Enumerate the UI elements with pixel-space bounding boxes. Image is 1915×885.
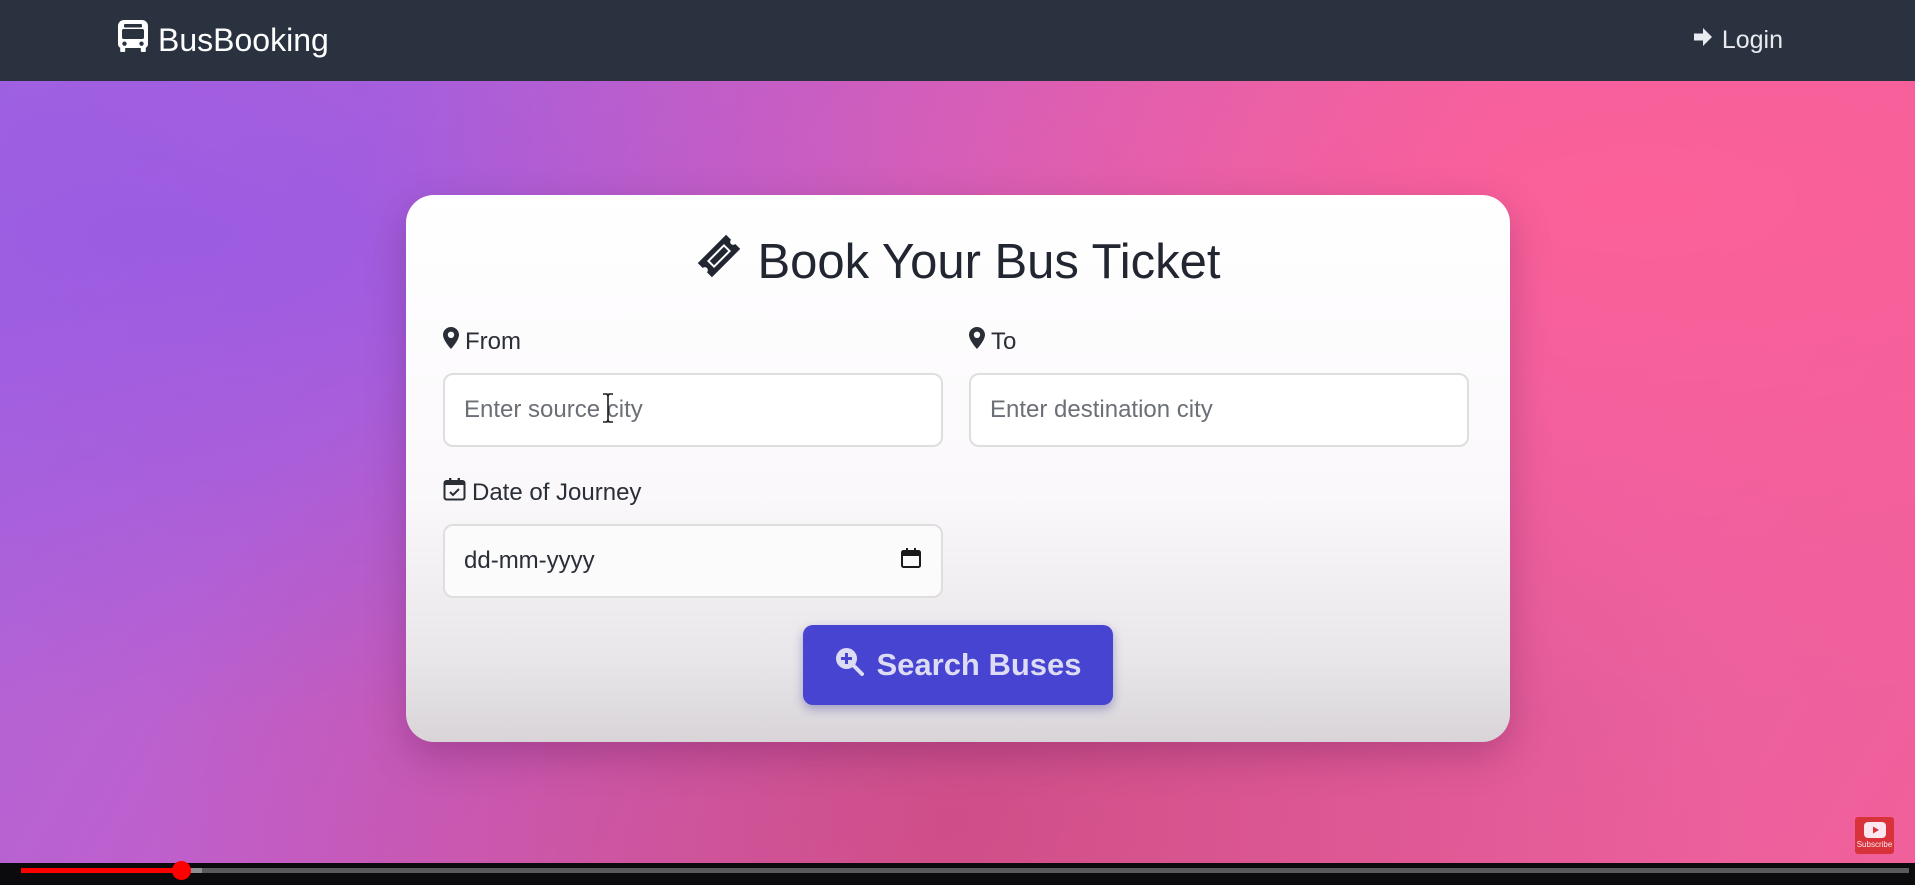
search-buses-button[interactable]: Search Buses — [803, 625, 1113, 705]
login-label: Login — [1721, 25, 1783, 54]
destination-city-placeholder: Enter destination city — [990, 396, 1213, 423]
sign-in-arrow-icon — [1692, 26, 1714, 55]
search-plus-icon — [834, 646, 865, 684]
from-label: From — [443, 327, 521, 356]
login-link[interactable]: Login — [1692, 22, 1783, 58]
journey-date-placeholder: dd-mm-yyyy — [464, 547, 595, 574]
card-title: Book Your Bus Ticket — [406, 231, 1510, 293]
calendar-check-icon — [443, 477, 466, 508]
text-cursor-icon — [603, 393, 613, 423]
subscribe-label: Subscribe — [1856, 840, 1893, 849]
source-city-input[interactable]: Enter source city — [443, 373, 943, 447]
to-label-text: To — [991, 327, 1017, 355]
scrubber-handle[interactable] — [172, 861, 192, 880]
map-pin-icon — [443, 327, 459, 356]
date-label-text: Date of Journey — [472, 478, 642, 506]
progress-track[interactable] — [21, 861, 1909, 880]
map-pin-icon — [969, 327, 985, 356]
youtube-play-icon — [1863, 822, 1886, 840]
top-navbar: BusBooking Login — [0, 0, 1915, 81]
bus-icon — [118, 20, 148, 60]
destination-city-input[interactable]: Enter destination city — [969, 373, 1469, 447]
to-label: To — [969, 327, 1016, 356]
date-label: Date of Journey — [443, 477, 641, 508]
brand-link[interactable]: BusBooking — [118, 18, 329, 62]
brand-label: BusBooking — [158, 21, 329, 58]
ticket-icon — [695, 232, 743, 292]
subscribe-button[interactable]: Subscribe — [1855, 817, 1894, 854]
calendar-icon[interactable] — [900, 547, 922, 576]
card-title-text: Book Your Bus Ticket — [757, 235, 1221, 289]
from-label-text: From — [465, 327, 521, 355]
played-fill — [21, 868, 182, 873]
journey-date-input[interactable]: dd-mm-yyyy — [443, 524, 943, 598]
video-progress-bar[interactable] — [0, 861, 1915, 885]
source-city-placeholder: Enter source city — [464, 396, 643, 423]
search-buses-label: Search Buses — [876, 647, 1082, 682]
